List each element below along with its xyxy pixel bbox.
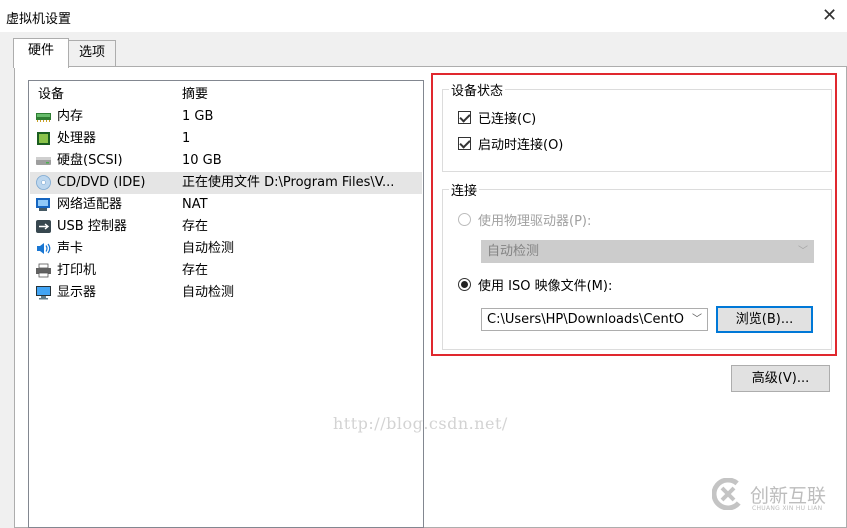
- tab-hardware[interactable]: 硬件: [13, 38, 69, 68]
- sound-card-icon: [37, 243, 51, 254]
- brand-logo-icon: [712, 478, 744, 510]
- highlight-box: [431, 73, 837, 356]
- network-adapter-icon: [36, 198, 50, 211]
- title-bar: [0, 0, 847, 32]
- display-icon: [36, 286, 51, 300]
- usb-icon: [36, 220, 51, 233]
- tab-options[interactable]: 选项: [68, 40, 116, 66]
- device-row-usb-controller[interactable]: USB 控制器 存在: [30, 216, 422, 238]
- device-row-hard-disk[interactable]: 硬盘(SCSI) 10 GB: [30, 150, 422, 172]
- close-icon[interactable]: ✕: [822, 5, 837, 26]
- device-row-display[interactable]: 显示器 自动检测: [30, 282, 422, 304]
- hard-disk-icon: [36, 157, 51, 165]
- device-row-sound-card[interactable]: 声卡 自动检测: [30, 238, 422, 260]
- device-list[interactable]: 设备 摘要 内存 1 GB 处理器 1 硬盘(SCSI) 10 GB CD/DV…: [28, 80, 424, 528]
- device-name: 打印机: [57, 263, 97, 278]
- memory-icon: [36, 113, 51, 122]
- device-summary: 1: [182, 131, 191, 146]
- watermark-url: http://blog.csdn.net/: [333, 414, 508, 433]
- device-name: 显示器: [57, 285, 97, 300]
- device-name: USB 控制器: [57, 219, 127, 234]
- device-summary: NAT: [182, 197, 208, 212]
- device-name: 硬盘(SCSI): [57, 153, 123, 168]
- device-list-header: 设备 摘要: [30, 84, 422, 106]
- device-name: 声卡: [57, 241, 84, 256]
- device-summary: 自动检测: [182, 285, 235, 300]
- device-summary: 1 GB: [182, 109, 214, 124]
- device-summary: 10 GB: [182, 153, 222, 168]
- device-name: 内存: [57, 109, 84, 124]
- device-row-network-adapter[interactable]: 网络适配器 NAT: [30, 194, 422, 216]
- column-header-device: 设备: [38, 87, 65, 102]
- window-title: 虚拟机设置: [6, 12, 72, 27]
- device-name: 网络适配器: [57, 197, 123, 212]
- advanced-button[interactable]: 高级(V)...: [731, 365, 830, 392]
- device-row-memory[interactable]: 内存 1 GB: [30, 106, 422, 128]
- advanced-button-label: 高级(V)...: [751, 371, 810, 386]
- tab-options-label: 选项: [78, 45, 105, 60]
- printer-icon: [36, 263, 51, 278]
- device-summary: 存在: [182, 263, 209, 278]
- column-header-summary: 摘要: [182, 87, 209, 102]
- brand-name-cn: 创新互联: [750, 485, 827, 507]
- device-row-cd-dvd[interactable]: CD/DVD (IDE) 正在使用文件 D:\Program Files\V..…: [30, 172, 422, 194]
- device-summary: 正在使用文件 D:\Program Files\V...: [182, 175, 395, 190]
- cd-dvd-icon: [36, 175, 51, 190]
- brand-name-en: CHUANG XIN HU LIAN: [752, 505, 823, 512]
- device-summary: 自动检测: [182, 241, 235, 256]
- processor-icon: [37, 132, 50, 145]
- device-row-printer[interactable]: 打印机 存在: [30, 260, 422, 282]
- tab-hardware-label: 硬件: [27, 43, 54, 58]
- device-summary: 存在: [182, 219, 209, 234]
- device-name: CD/DVD (IDE): [57, 175, 146, 190]
- device-name: 处理器: [57, 131, 97, 146]
- device-row-processor[interactable]: 处理器 1: [30, 128, 422, 150]
- tab-strip: [0, 32, 847, 66]
